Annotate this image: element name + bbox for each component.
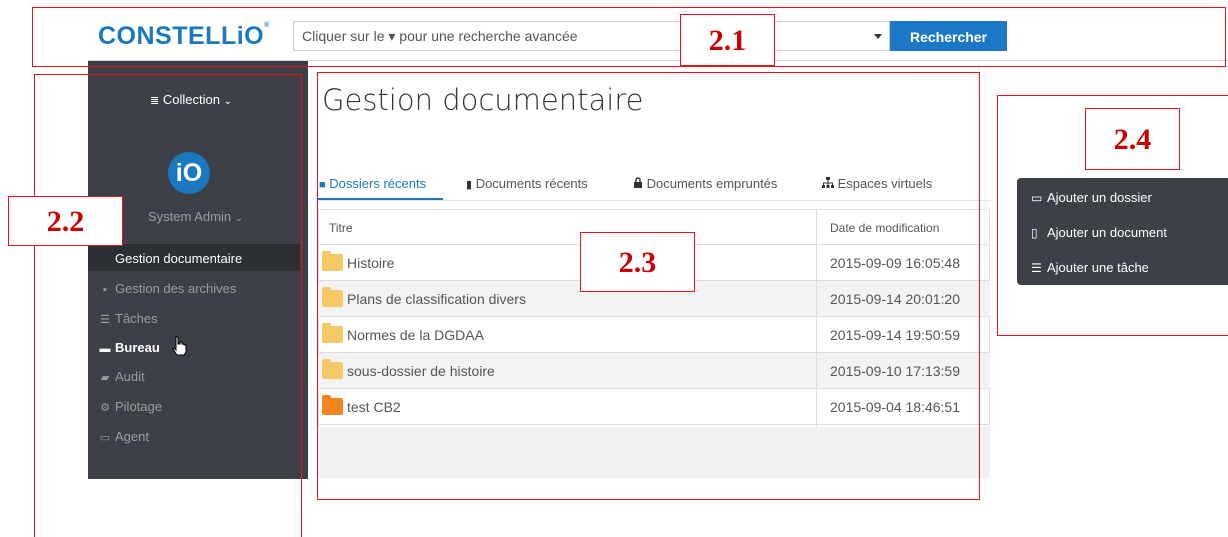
annotation-box-2-1 xyxy=(32,7,1226,67)
annotation-box-2-2 xyxy=(34,74,302,537)
annotation-label-2-2: 2.2 xyxy=(8,196,123,246)
annotation-label-2-3: 2.3 xyxy=(580,232,695,292)
annotation-label-2-4: 2.4 xyxy=(1085,108,1180,170)
annotation-label-2-1: 2.1 xyxy=(680,14,775,66)
